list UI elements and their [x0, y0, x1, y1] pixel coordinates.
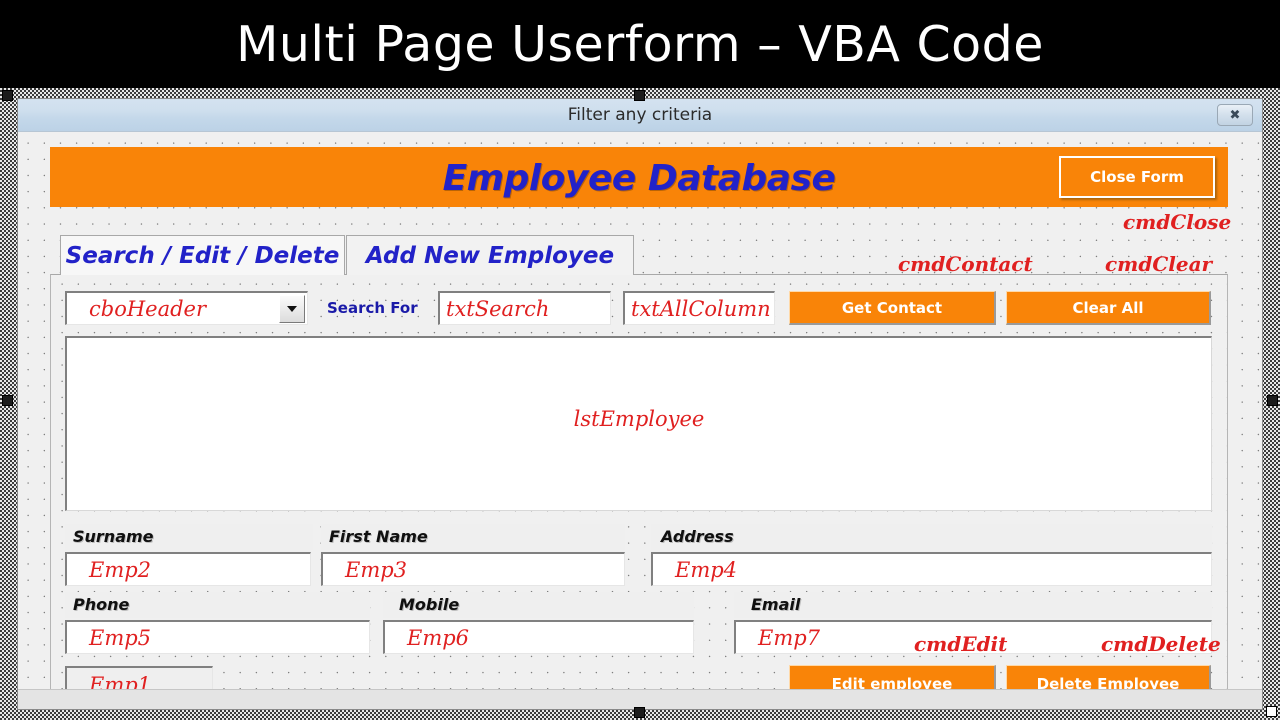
- annotation-cmdclear: cmdClear: [1105, 252, 1213, 276]
- address-field[interactable]: Emp4: [651, 552, 1212, 586]
- address-field-value: Emp4: [675, 557, 738, 582]
- phone-field-value: Emp5: [89, 625, 152, 650]
- userform-canvas: Employee Database Close Form cmdClose Se…: [18, 132, 1262, 709]
- header-banner-title: Employee Database: [442, 158, 836, 199]
- multipage-tabstrip: Search / Edit / Delete Add New Employee: [50, 235, 1228, 275]
- phone-field[interactable]: Emp5: [65, 620, 370, 654]
- selection-handle-bottom-center[interactable]: [634, 707, 645, 718]
- annotation-cmdedit: cmdEdit: [914, 632, 1008, 656]
- userform-window: Filter any criteria ✖ Employee Database …: [17, 98, 1263, 710]
- clear-all-button[interactable]: Clear All: [1006, 291, 1211, 325]
- label-phone: Phone: [73, 595, 130, 614]
- chevron-down-icon[interactable]: [279, 295, 305, 323]
- label-mobile: Mobile: [399, 595, 460, 614]
- header-banner: Employee Database Close Form: [50, 147, 1228, 207]
- all-column-input[interactable]: txtAllColumn: [623, 291, 775, 325]
- surname-field[interactable]: Emp2: [65, 552, 311, 586]
- selection-handle-middle-right[interactable]: [1267, 395, 1278, 406]
- label-first-name: First Name: [329, 527, 428, 546]
- first-name-field[interactable]: Emp3: [321, 552, 625, 586]
- mobile-field-value: Emp6: [407, 625, 470, 650]
- selection-handle-top-left[interactable]: [2, 90, 13, 101]
- annotation-cmdcontact: cmdContact: [898, 252, 1033, 276]
- annotation-cmddelete: cmdDelete: [1101, 632, 1221, 656]
- close-form-button[interactable]: Close Form: [1059, 156, 1215, 198]
- page-title: Multi Page Userform – VBA Code: [236, 15, 1044, 73]
- annotation-cmdclose: cmdClose: [1123, 210, 1232, 234]
- label-band-email: [734, 592, 1212, 618]
- tab-search-edit-delete[interactable]: Search / Edit / Delete: [60, 235, 345, 275]
- get-contact-button[interactable]: Get Contact: [789, 291, 996, 325]
- slide-title-bar: Multi Page Userform – VBA Code: [0, 0, 1280, 88]
- selection-handle-top-center[interactable]: [634, 90, 645, 101]
- vba-designer-frame: Filter any criteria ✖ Employee Database …: [0, 88, 1280, 720]
- first-name-field-value: Emp3: [345, 557, 408, 582]
- label-search-for: Search For: [327, 299, 418, 317]
- all-column-input-value: txtAllColumn: [631, 296, 771, 321]
- employee-listbox-value: lstEmployee: [573, 407, 705, 431]
- label-address: Address: [661, 527, 734, 546]
- resize-handle-bottom-right[interactable]: [1266, 706, 1277, 717]
- userform-caption: Filter any criteria: [567, 105, 713, 125]
- userform-title-bar: Filter any criteria ✖: [18, 99, 1262, 132]
- employee-listbox[interactable]: lstEmployee: [65, 336, 1212, 511]
- tab-add-new-employee[interactable]: Add New Employee: [346, 235, 634, 275]
- mobile-field[interactable]: Emp6: [383, 620, 694, 654]
- surname-field-value: Emp2: [89, 557, 152, 582]
- email-field-value: Emp7: [758, 625, 821, 650]
- label-email: Email: [751, 595, 801, 614]
- search-input[interactable]: txtSearch: [438, 291, 611, 325]
- label-surname: Surname: [73, 527, 154, 546]
- multipage-page-search-edit-delete: cboHeader Search For txtSearch txtAllCol…: [50, 274, 1228, 709]
- close-x-icon[interactable]: ✖: [1217, 104, 1253, 126]
- combo-header-value: cboHeader: [89, 296, 207, 321]
- search-input-value: txtSearch: [446, 296, 550, 321]
- combo-header[interactable]: cboHeader: [65, 291, 308, 325]
- selection-handle-middle-left[interactable]: [2, 395, 13, 406]
- label-band-address: [651, 524, 1212, 550]
